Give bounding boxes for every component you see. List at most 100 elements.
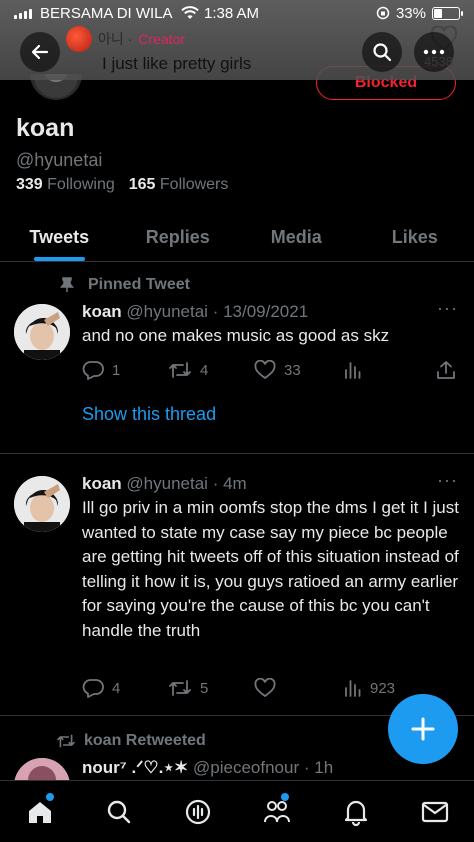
header: 아니 · Creator I just like pretty girls 45… — [0, 26, 474, 80]
tweet-text: and no one makes music as good as skz — [82, 326, 390, 345]
retweet-count: 4 — [200, 361, 209, 379]
spaces-icon — [185, 799, 210, 824]
search-icon — [373, 43, 392, 62]
tweet-header: koan @hyunetai · 4m — [82, 474, 460, 494]
reply-button[interactable]: 1 — [82, 360, 120, 380]
compose-icon — [411, 717, 435, 741]
orientation-lock-icon — [376, 6, 390, 20]
retweet-icon — [169, 680, 191, 696]
retweet-context-icon — [57, 734, 75, 748]
tab-media[interactable]: Media — [237, 214, 356, 261]
nav-search[interactable] — [79, 781, 158, 842]
like-button[interactable]: 33 — [254, 360, 301, 380]
views-button[interactable]: 923 — [344, 679, 395, 697]
wifi-icon — [180, 6, 199, 19]
followers-link[interactable]: 165 Followers — [129, 176, 229, 194]
nav-spaces[interactable] — [158, 781, 237, 842]
views-icon — [345, 680, 361, 697]
share-icon — [437, 361, 455, 379]
song-role: Creator — [138, 31, 185, 47]
tab-replies[interactable]: Replies — [119, 214, 238, 261]
avatar[interactable] — [14, 476, 70, 532]
retweet-button[interactable]: 5 — [168, 678, 208, 698]
battery-icon — [432, 6, 463, 20]
reply-icon — [82, 361, 104, 380]
messages-icon — [421, 801, 448, 822]
author-name[interactable]: nour⁷ .ᐟ♡.⋆✶ — [82, 758, 188, 777]
like-count: 4538 — [424, 54, 453, 69]
tweet-time: · 4m — [212, 474, 247, 493]
pinned-label: Pinned Tweet — [56, 276, 190, 294]
share-button[interactable] — [436, 360, 456, 380]
author-handle: @pieceofnour — [193, 758, 300, 777]
status-bar: BERSAMA DI WILA 1:38 AM 33% — [0, 0, 474, 26]
like-count: 33 — [284, 361, 301, 379]
tweet-more-icon[interactable]: ··· — [437, 470, 458, 491]
profile-tabs: Tweets Replies Media Likes — [0, 214, 474, 262]
tweet-text: Ill go priv in a min oomfs stop the dms … — [82, 498, 459, 640]
song-artist-avatar — [66, 26, 92, 52]
nav-home[interactable] — [0, 781, 79, 842]
tweet-actions: 4 5 923 — [82, 676, 458, 700]
reply-button[interactable]: 4 — [82, 678, 120, 698]
like-button[interactable] — [254, 678, 276, 698]
like-icon — [254, 360, 276, 380]
avatar[interactable] — [14, 304, 70, 360]
show-thread-link[interactable]: Show this thread — [82, 404, 216, 425]
search-icon — [107, 800, 130, 823]
home-notification-dot — [45, 793, 54, 801]
song-title: I just like pretty girls — [102, 54, 252, 73]
tweet-more-icon[interactable]: ··· — [437, 298, 458, 319]
context-text: koan Retweeted — [84, 732, 206, 749]
pin-icon — [60, 277, 74, 292]
author-handle: @hyunetai — [126, 474, 208, 493]
home-icon — [28, 801, 51, 823]
nav-notifications[interactable] — [316, 781, 395, 842]
signal-icon — [14, 7, 32, 19]
song-artist: 아니 · — [98, 31, 133, 47]
tab-likes[interactable]: Likes — [356, 214, 474, 261]
tweet[interactable]: koan @hyunetai · 4m Ill go priv in a min… — [0, 454, 474, 716]
clock: 1:38 AM — [204, 4, 260, 22]
communities-notification-dot — [280, 793, 289, 801]
author-name[interactable]: koan — [82, 474, 122, 493]
retweet-context: koan Retweeted — [56, 732, 206, 750]
profile-name: koan — [16, 114, 75, 142]
tab-tweets[interactable]: Tweets — [0, 214, 119, 261]
follow-stats: 339 Following 165 Followers — [16, 176, 228, 194]
bottom-nav — [0, 780, 474, 842]
battery-percent: 33% — [395, 4, 426, 22]
back-button[interactable] — [20, 32, 60, 72]
nav-communities[interactable] — [237, 781, 316, 842]
back-arrow-icon — [31, 44, 49, 60]
tweet-header: nour⁷ .ᐟ♡.⋆✶ @pieceofnour · 1h — [82, 758, 460, 778]
author-name[interactable]: koan — [82, 302, 122, 321]
retweet-icon — [169, 362, 191, 378]
compose-button[interactable] — [388, 694, 458, 764]
views-icon — [345, 362, 361, 379]
notifications-icon — [344, 800, 367, 826]
reply-count: 4 — [112, 679, 121, 697]
profile-handle: @hyunetai — [16, 150, 103, 170]
tweet-time: · 1h — [303, 758, 334, 777]
author-handle: @hyunetai — [126, 302, 208, 321]
reply-count: 1 — [112, 361, 121, 379]
following-link[interactable]: 339 Following — [16, 176, 115, 194]
carrier-name: BERSAMA DI WILA — [40, 4, 173, 22]
search-button[interactable] — [362, 32, 402, 72]
battery-level — [434, 8, 442, 18]
views-button[interactable] — [344, 361, 362, 379]
tweet-pinned[interactable]: Pinned Tweet koan @hyunetai · 13/09/2021… — [0, 262, 474, 454]
retweet-count: 5 — [200, 679, 209, 697]
views-count: 923 — [370, 679, 396, 697]
like-icon — [254, 678, 276, 698]
reply-icon — [82, 679, 104, 698]
tweet-header: koan @hyunetai · 13/09/2021 — [82, 302, 460, 322]
communities-icon — [263, 800, 290, 822]
tweet-date: · 13/09/2021 — [212, 302, 309, 321]
context-text: Pinned Tweet — [88, 276, 190, 293]
tweet-actions: 1 4 33 — [82, 358, 458, 382]
now-playing[interactable]: 아니 · Creator I just like pretty girls — [66, 26, 251, 74]
nav-messages[interactable] — [395, 781, 474, 842]
retweet-button[interactable]: 4 — [168, 360, 208, 380]
